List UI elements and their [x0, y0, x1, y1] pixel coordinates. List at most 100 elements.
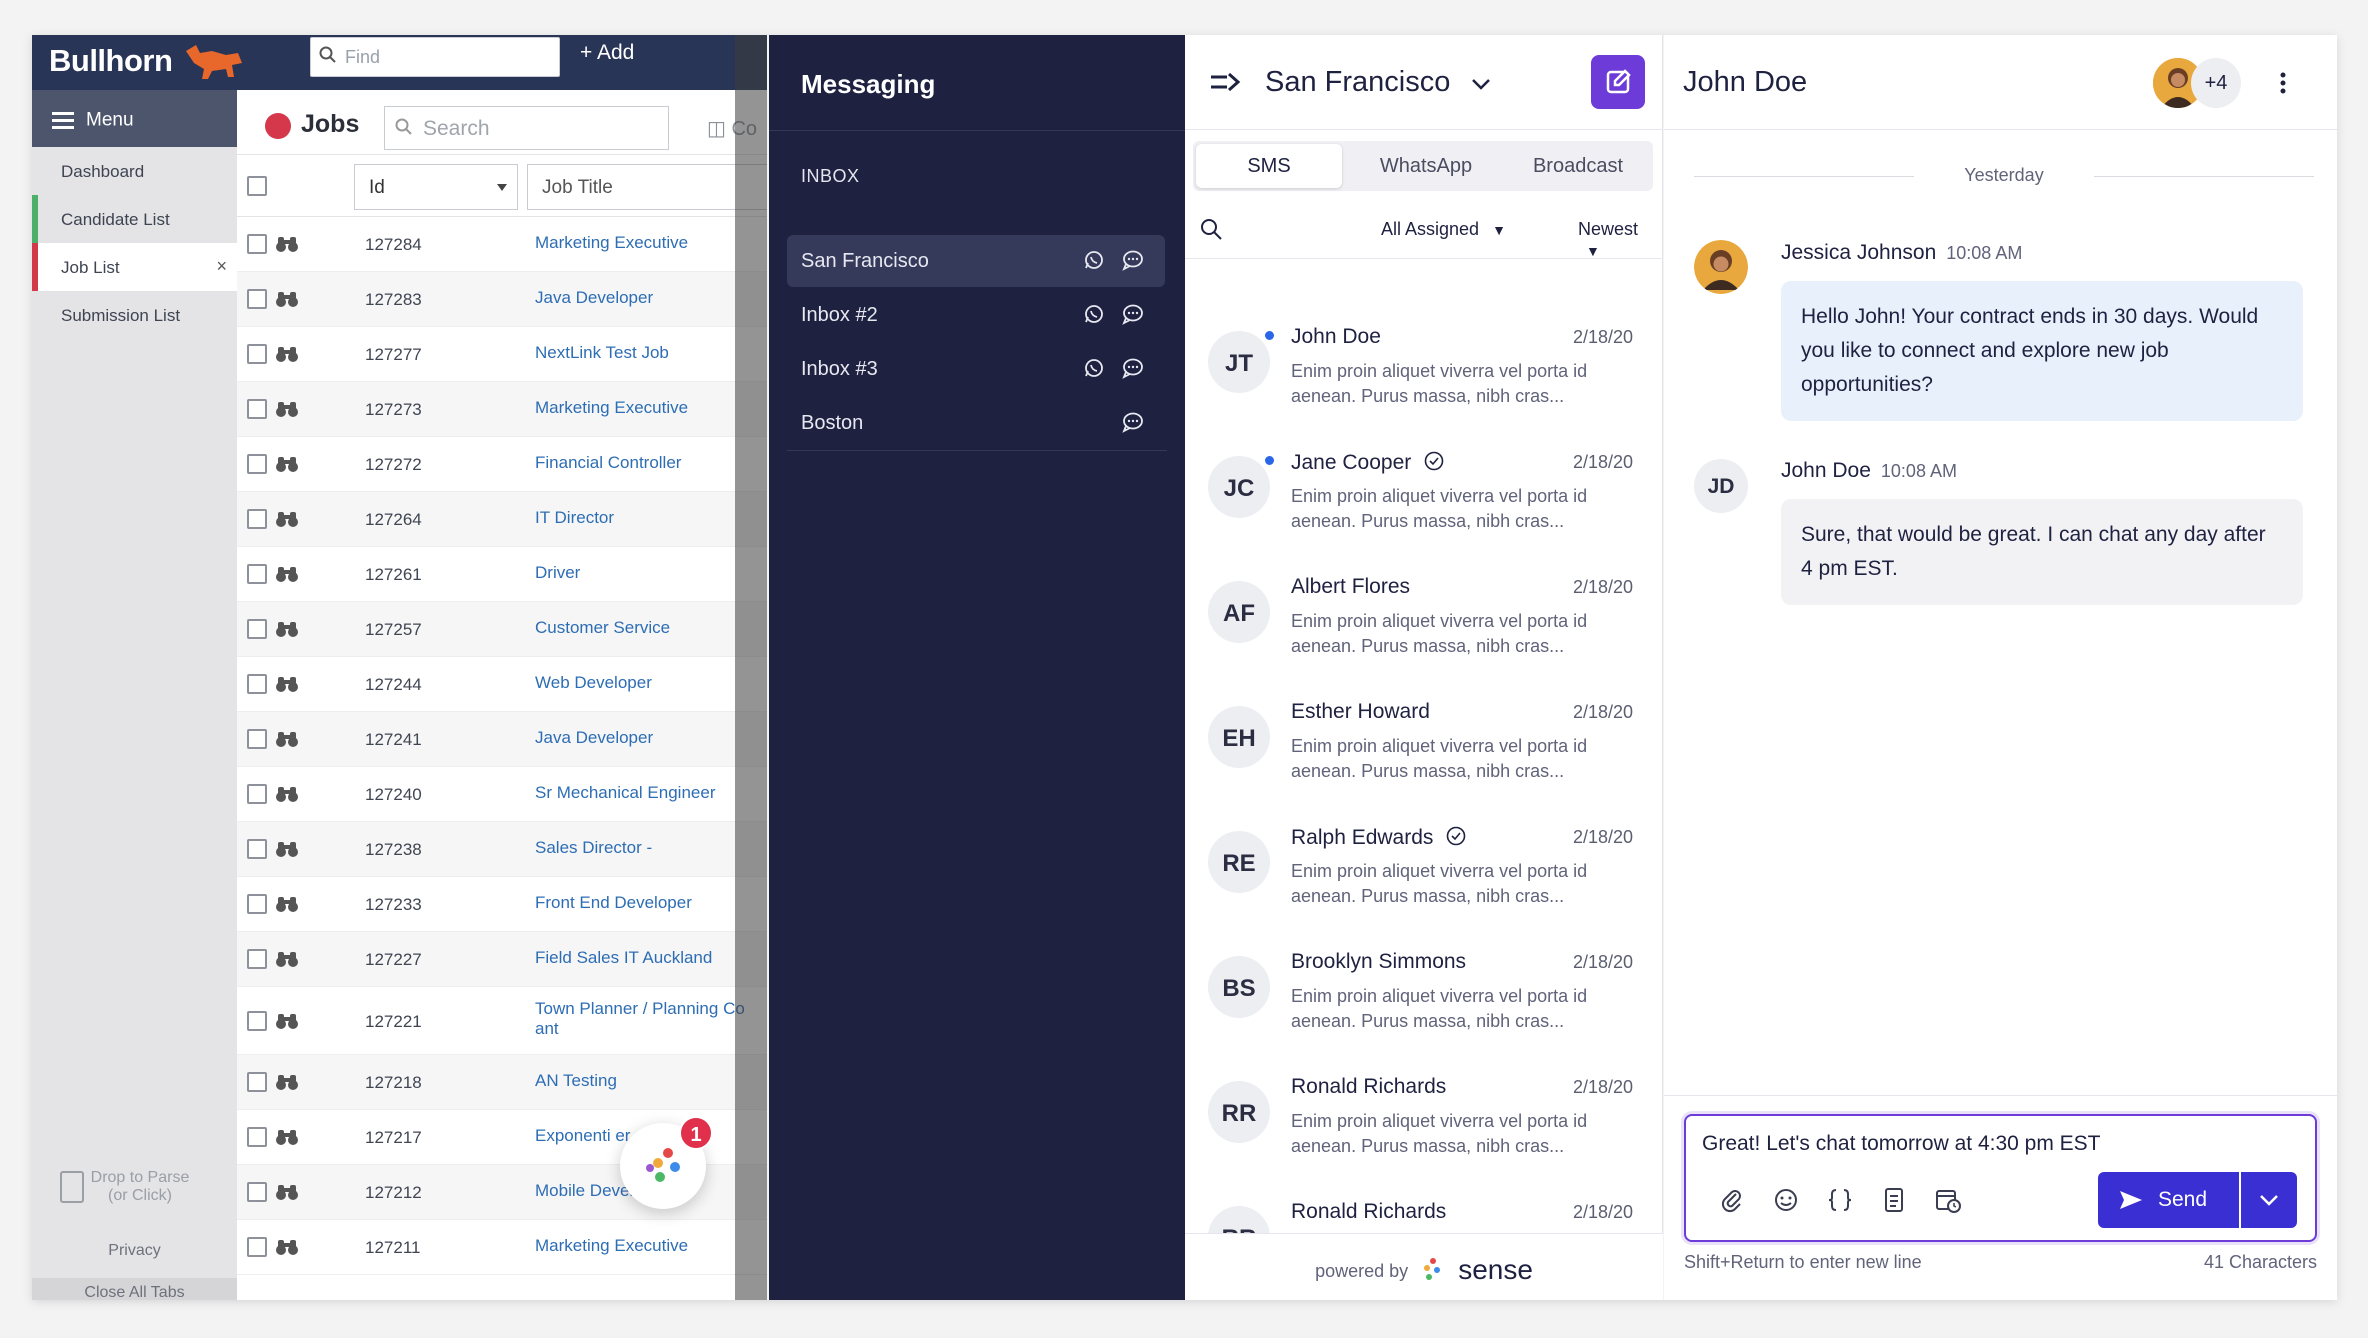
job-title-link[interactable]: Front End Developer	[535, 893, 767, 913]
job-row[interactable]: 127241 Java Developer	[237, 712, 767, 767]
job-title-link[interactable]: Java Developer	[535, 728, 767, 748]
binoculars-icon[interactable]	[274, 345, 300, 363]
send-options-button[interactable]	[2241, 1172, 2297, 1228]
job-row[interactable]: 127221 Town Planner / Planning Co ant	[237, 987, 767, 1055]
more-participants-badge[interactable]: +4	[2191, 58, 2241, 108]
composer-input[interactable]: Great! Let's chat tomorrow at 4:30 pm ES…	[1702, 1132, 2101, 1156]
binoculars-icon[interactable]	[274, 1012, 300, 1030]
job-row[interactable]: 127273 Marketing Executive	[237, 382, 767, 437]
job-title-link[interactable]: Field Sales IT Auckland	[535, 948, 767, 968]
binoculars-icon[interactable]	[274, 1238, 300, 1256]
inbox-selector[interactable]: San Francisco	[1265, 66, 1492, 99]
job-row[interactable]: 127284 Marketing Executive	[237, 217, 767, 272]
drop-to-parse[interactable]: Drop to Parse (or Click)	[60, 1169, 220, 1205]
row-checkbox[interactable]	[247, 674, 267, 694]
menu-button[interactable]: Menu	[32, 90, 237, 147]
conversation-item[interactable]: BS Brooklyn Simmons 2/18/20 Enim proin aliq…	[1185, 938, 1663, 1063]
inbox-item[interactable]: Inbox #2	[787, 289, 1165, 341]
add-button[interactable]: + Add	[580, 41, 634, 65]
template-variable-icon[interactable]	[1826, 1186, 1854, 1214]
document-icon[interactable]	[1880, 1186, 1908, 1214]
conversation-item[interactable]: JT John Doe 2/18/20 Enim proin aliquet vive…	[1185, 313, 1663, 438]
job-title-link[interactable]: Marketing Executive	[535, 233, 767, 253]
inbox-item[interactable]: San Francisco	[787, 235, 1165, 287]
row-checkbox[interactable]	[247, 894, 267, 914]
send-button[interactable]: Send	[2098, 1172, 2239, 1228]
binoculars-icon[interactable]	[274, 895, 300, 913]
row-checkbox[interactable]	[247, 1011, 267, 1031]
row-checkbox[interactable]	[247, 619, 267, 639]
binoculars-icon[interactable]	[274, 620, 300, 638]
binoculars-icon[interactable]	[274, 235, 300, 253]
conversation-item[interactable]: EH Esther Howard 2/18/20 Enim proin aliquet…	[1185, 688, 1663, 813]
job-row[interactable]: 127211 Marketing Executive	[237, 1220, 767, 1275]
schedule-icon[interactable]	[1934, 1186, 1962, 1214]
tab-sms[interactable]: SMS	[1196, 144, 1342, 188]
job-title-link[interactable]: AN Testing	[535, 1071, 767, 1091]
row-checkbox[interactable]	[247, 839, 267, 859]
assigned-filter[interactable]: All Assigned ▼	[1381, 219, 1506, 240]
binoculars-icon[interactable]	[274, 730, 300, 748]
job-title-link[interactable]: Java Developer	[535, 288, 767, 308]
row-checkbox[interactable]	[247, 289, 267, 309]
job-row[interactable]: 127240 Sr Mechanical Engineer	[237, 767, 767, 822]
job-row[interactable]: 127272 Financial Controller	[237, 437, 767, 492]
job-row[interactable]: 127277 NextLink Test Job	[237, 327, 767, 382]
binoculars-icon[interactable]	[274, 1183, 300, 1201]
privacy-link[interactable]: Privacy	[32, 1242, 237, 1260]
job-title-filter[interactable]: Job Title	[527, 164, 767, 210]
emoji-icon[interactable]	[1772, 1186, 1800, 1214]
sort-filter[interactable]: Newest ▼	[1578, 219, 1663, 261]
row-checkbox[interactable]	[247, 454, 267, 474]
inbox-item[interactable]: Inbox #3	[787, 343, 1165, 395]
binoculars-icon[interactable]	[274, 565, 300, 583]
row-checkbox[interactable]	[247, 1237, 267, 1257]
nav-dashboard[interactable]: Dashboard	[32, 147, 237, 195]
nav-job-list[interactable]: Job List ×	[32, 243, 237, 291]
job-title-link[interactable]: Town Planner / Planning Co ant	[535, 999, 767, 1039]
binoculars-icon[interactable]	[274, 950, 300, 968]
job-title-link[interactable]: Sales Director -	[535, 838, 767, 858]
job-title-link[interactable]: NextLink Test Job	[535, 343, 767, 363]
row-checkbox[interactable]	[247, 1072, 267, 1092]
row-checkbox[interactable]	[247, 729, 267, 749]
row-checkbox[interactable]	[247, 949, 267, 969]
conversation-item[interactable]: RE Ralph Edwards 2/18/20 Enim proin aliquet…	[1185, 813, 1663, 938]
job-title-link[interactable]: Marketing Executive	[535, 1236, 767, 1256]
conversation-item[interactable]: JC Jane Cooper 2/18/20 Enim proin aliquet v…	[1185, 438, 1663, 563]
select-all-checkbox[interactable]	[247, 176, 267, 196]
attachment-icon[interactable]	[1718, 1186, 1746, 1214]
binoculars-icon[interactable]	[274, 840, 300, 858]
row-checkbox[interactable]	[247, 399, 267, 419]
compose-button[interactable]	[1591, 55, 1645, 109]
row-checkbox[interactable]	[247, 784, 267, 804]
row-checkbox[interactable]	[247, 1127, 267, 1147]
collapse-arrow-icon[interactable]	[1209, 71, 1241, 93]
row-checkbox[interactable]	[247, 1182, 267, 1202]
job-title-link[interactable]: IT Director	[535, 508, 767, 528]
job-title-link[interactable]: Customer Service	[535, 618, 767, 638]
tab-broadcast[interactable]: Broadcast	[1503, 141, 1653, 191]
job-row[interactable]: 127238 Sales Director -	[237, 822, 767, 877]
binoculars-icon[interactable]	[274, 1128, 300, 1146]
binoculars-icon[interactable]	[274, 1073, 300, 1091]
jobs-search-input[interactable]: Search	[384, 106, 669, 150]
job-title-link[interactable]: Web Developer	[535, 673, 767, 693]
binoculars-icon[interactable]	[274, 290, 300, 308]
find-input[interactable]: Find	[310, 37, 560, 77]
job-row[interactable]: 127264 IT Director	[237, 492, 767, 547]
job-row[interactable]: 127218 AN Testing	[237, 1055, 767, 1110]
binoculars-icon[interactable]	[274, 510, 300, 528]
job-row[interactable]: 127227 Field Sales IT Auckland	[237, 932, 767, 987]
message-composer[interactable]: Great! Let's chat tomorrow at 4:30 pm ES…	[1684, 1114, 2317, 1242]
row-checkbox[interactable]	[247, 344, 267, 364]
conversation-item[interactable]: AF Albert Flores 2/18/20 Enim proin aliquet…	[1185, 563, 1663, 688]
job-title-link[interactable]: Driver	[535, 563, 767, 583]
conversation-item[interactable]: RR Ronald Richards 2/18/20 Enim proin aliqu…	[1185, 1063, 1663, 1188]
job-row[interactable]: 127233 Front End Developer	[237, 877, 767, 932]
inbox-item[interactable]: Boston	[787, 397, 1165, 449]
nav-candidate-list[interactable]: Candidate List	[32, 195, 237, 243]
binoculars-icon[interactable]	[274, 675, 300, 693]
job-row[interactable]: 127283 Java Developer	[237, 272, 767, 327]
close-all-tabs[interactable]: Close All Tabs	[32, 1278, 237, 1300]
